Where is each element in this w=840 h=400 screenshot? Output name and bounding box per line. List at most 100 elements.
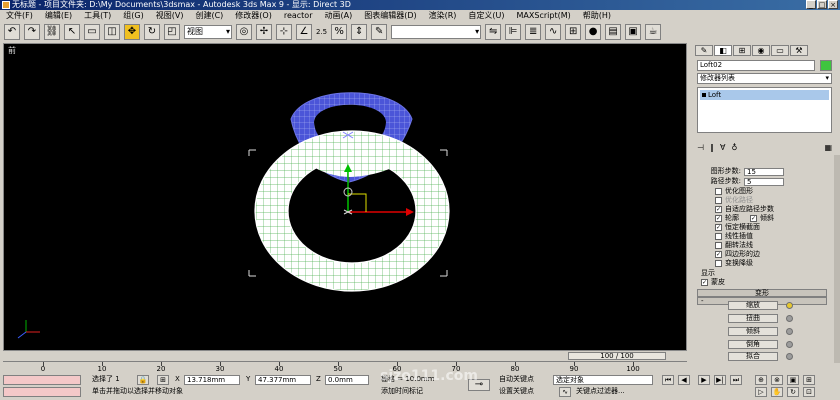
menu-modifiers[interactable]: 修改器(O) — [229, 10, 278, 22]
menu-create[interactable]: 创建(C) — [189, 10, 229, 22]
fit-bulb-icon[interactable] — [786, 353, 793, 360]
render-frame-icon[interactable]: ▣ — [625, 24, 642, 40]
adaptive-path-checkbox[interactable]: ✓ — [715, 206, 722, 213]
select-move-icon[interactable]: ✥ — [124, 24, 140, 40]
pan-icon[interactable]: ✋ — [771, 387, 783, 397]
deformations-rollout-header[interactable]: 变形 — [697, 289, 827, 297]
maximize-viewport-icon[interactable]: ⊡ — [803, 387, 815, 397]
display-tab-icon[interactable]: ▭ — [771, 45, 789, 56]
zoom-extents-icon[interactable]: ▣ — [787, 375, 799, 385]
optimize-shapes-checkbox[interactable] — [715, 188, 722, 195]
bevel-deform-button[interactable]: 倒角 — [728, 340, 778, 349]
layer-manager-icon[interactable]: ≣ — [525, 24, 542, 40]
twist-bulb-icon[interactable] — [786, 315, 793, 322]
x-coordinate-field[interactable]: 13.718mm — [184, 375, 240, 385]
set-key-button[interactable]: 设置关键点 — [499, 387, 534, 397]
undo-icon[interactable]: ↶ — [4, 24, 20, 40]
quick-render-icon[interactable]: ☕ — [645, 24, 662, 40]
quad-sides-checkbox[interactable]: ✓ — [715, 251, 722, 258]
go-to-start-icon[interactable]: ⏮ — [662, 375, 674, 385]
menu-maxscript[interactable]: MAXScript(M) — [511, 10, 577, 22]
y-coordinate-field[interactable]: 47.377mm — [255, 375, 311, 385]
front-viewport[interactable]: 前 — [3, 43, 687, 351]
menu-rendering[interactable]: 渲染(R) — [423, 10, 463, 22]
make-unique-icon[interactable]: ∀ — [720, 143, 725, 153]
object-name-field[interactable]: Loft02 — [697, 60, 815, 71]
select-object-icon[interactable]: ↖ — [64, 24, 80, 40]
zoom-all-icon[interactable]: ⊗ — [771, 375, 783, 385]
flip-normals-checkbox[interactable] — [715, 242, 722, 249]
menu-views[interactable]: 视图(V) — [150, 10, 190, 22]
menu-customize[interactable]: 自定义(U) — [462, 10, 510, 22]
scale-deform-button[interactable]: 缩放 — [728, 301, 778, 310]
constant-cross-checkbox[interactable]: ✓ — [715, 224, 722, 231]
close-button[interactable]: × — [828, 0, 838, 9]
transform-degrade-checkbox[interactable] — [715, 260, 722, 267]
remove-modifier-icon[interactable]: ♁ — [731, 143, 737, 153]
utilities-tab-icon[interactable]: ⚒ — [790, 45, 808, 56]
create-tab-icon[interactable]: ✎ — [695, 45, 713, 56]
motion-tab-icon[interactable]: ◉ — [752, 45, 770, 56]
path-steps-spinner[interactable]: 5 — [744, 177, 784, 186]
linear-interp-checkbox[interactable] — [715, 233, 722, 240]
menu-file[interactable]: 文件(F) — [0, 10, 39, 22]
menu-help[interactable]: 帮助(H) — [577, 10, 617, 22]
select-manipulate-icon[interactable]: ✢ — [256, 24, 272, 40]
select-rotate-icon[interactable]: ↻ — [144, 24, 160, 40]
add-time-tag[interactable]: 添加时间标记 — [381, 387, 423, 397]
orbit-icon[interactable]: ↻ — [787, 387, 799, 397]
configure-sets-icon[interactable]: ▦ — [824, 143, 832, 153]
scale-bulb-icon[interactable] — [786, 302, 793, 309]
maximize-button[interactable]: □ — [817, 0, 827, 9]
schematic-view-icon[interactable]: ⊞ — [565, 24, 582, 40]
fit-deform-button[interactable]: 拟合 — [728, 352, 778, 361]
align-icon[interactable]: ⊫ — [505, 24, 522, 40]
reference-coord-select[interactable]: 视图 — [184, 25, 232, 39]
render-setup-icon[interactable]: ▤ — [605, 24, 622, 40]
key-mode-select[interactable]: 选定对象 — [553, 375, 653, 385]
panel-scrollbar[interactable] — [834, 155, 840, 363]
prev-frame-icon[interactable]: ◀ — [678, 375, 690, 385]
menu-graph-editors[interactable]: 图表编辑器(D) — [358, 10, 422, 22]
stack-item-loft[interactable]: Loft — [700, 90, 829, 100]
named-selection-icon[interactable]: ✎ — [371, 24, 388, 40]
menu-animation[interactable]: 动画(A) — [318, 10, 358, 22]
curve-editor-icon[interactable]: ∿ — [545, 24, 562, 40]
hierarchy-tab-icon[interactable]: ⊞ — [733, 45, 751, 56]
snap-toggle-icon[interactable]: ⊹ — [276, 24, 292, 40]
twist-deform-button[interactable]: 扭曲 — [728, 314, 778, 323]
zoom-extents-all-icon[interactable]: ⊞ — [803, 375, 815, 385]
menu-group[interactable]: 组(G) — [117, 10, 149, 22]
key-filter-icon[interactable]: ∿ — [559, 387, 571, 397]
modify-tab-icon[interactable]: ◧ — [714, 45, 732, 56]
maxscript-listener-field[interactable] — [3, 375, 81, 385]
menu-reactor[interactable]: reactor — [278, 10, 319, 22]
contour-checkbox[interactable]: ✓ — [715, 215, 722, 222]
spinner-snap-icon[interactable]: ⇕ — [351, 24, 368, 40]
rect-selection-icon[interactable]: ▭ — [84, 24, 100, 40]
time-slider[interactable]: 100 / 100 — [568, 352, 666, 360]
window-crossing-icon[interactable]: ◫ — [104, 24, 120, 40]
skin-checkbox[interactable]: ✓ — [701, 279, 708, 286]
auto-key-button[interactable]: 自动关键点 — [499, 375, 534, 385]
absolute-mode-icon[interactable]: ⊞ — [157, 375, 169, 385]
zoom-icon[interactable]: ⊕ — [755, 375, 767, 385]
named-selection-set[interactable] — [391, 25, 482, 39]
time-track-bar[interactable]: 100 / 100 0 10 20 30 40 50 60 70 80 90 1… — [3, 351, 687, 373]
next-frame-icon[interactable]: ▶| — [714, 375, 726, 385]
percent-snap-icon[interactable]: % — [331, 24, 348, 40]
menu-edit[interactable]: 编辑(E) — [39, 10, 78, 22]
select-scale-icon[interactable]: ◰ — [164, 24, 180, 40]
pivot-center-icon[interactable]: ◎ — [236, 24, 252, 40]
show-end-result-icon[interactable]: ‖ — [710, 143, 714, 153]
angle-snap-icon[interactable]: ∠ — [296, 24, 312, 40]
maxscript-output-field[interactable] — [3, 387, 81, 397]
banking-checkbox[interactable]: ✓ — [750, 215, 757, 222]
fov-icon[interactable]: ▷ — [755, 387, 767, 397]
modifier-list-dropdown[interactable]: 修改器列表 — [697, 73, 832, 84]
object-color-swatch[interactable] — [820, 60, 832, 71]
key-filters-button[interactable]: 关键点过滤器... — [576, 387, 625, 397]
lock-selection-icon[interactable]: 🔒 — [137, 375, 149, 385]
play-icon[interactable]: ▶ — [698, 375, 710, 385]
mirror-icon[interactable]: ⇋ — [485, 24, 502, 40]
